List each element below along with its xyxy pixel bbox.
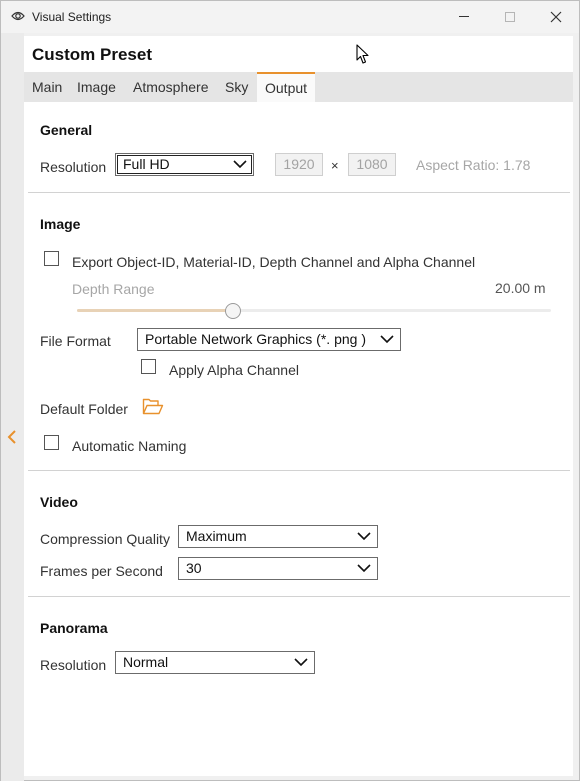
- chevron-left-icon: [7, 430, 16, 444]
- minimize-button[interactable]: [441, 1, 487, 33]
- chevron-down-icon: [357, 532, 371, 541]
- close-button[interactable]: [533, 1, 579, 33]
- automatic-naming-checkbox[interactable]: [44, 435, 59, 450]
- tab-image[interactable]: Image: [69, 72, 124, 102]
- file-format-value: Portable Network Graphics (*. png ): [145, 331, 366, 347]
- compression-quality-label: Compression Quality: [40, 531, 170, 547]
- width-input[interactable]: 1920: [275, 153, 323, 176]
- side-collapse-strip[interactable]: [1, 33, 24, 781]
- chevron-down-icon: [233, 160, 247, 169]
- chevron-down-icon: [357, 564, 371, 573]
- resolution-label: Resolution: [40, 159, 107, 175]
- title-bar: Visual Settings: [1, 1, 579, 33]
- visual-settings-window: Visual Settings Custom Preset Main Image…: [0, 0, 580, 781]
- eye-icon: [11, 11, 25, 21]
- times-sign: ×: [331, 158, 339, 173]
- aspect-ratio-label: Aspect Ratio: 1.78: [416, 157, 531, 173]
- compression-quality-value: Maximum: [186, 528, 247, 544]
- tab-bar: Main Image Atmosphere Sky Output: [24, 72, 573, 102]
- maximize-button[interactable]: [487, 1, 533, 33]
- export-channels-checkbox[interactable]: [44, 251, 59, 266]
- tab-main[interactable]: Main: [24, 72, 70, 102]
- folder-open-icon[interactable]: [142, 398, 164, 416]
- preset-title: Custom Preset: [32, 45, 152, 64]
- section-heading-panorama: Panorama: [40, 620, 108, 636]
- divider-video: [28, 596, 570, 597]
- panorama-resolution-label: Resolution: [40, 657, 107, 673]
- section-heading-video: Video: [40, 494, 78, 510]
- window-title: Visual Settings: [32, 10, 112, 24]
- maximize-icon: [505, 12, 515, 22]
- section-heading-image: Image: [40, 216, 81, 232]
- height-input[interactable]: 1080: [348, 153, 396, 176]
- divider-image: [28, 470, 570, 471]
- apply-alpha-checkbox[interactable]: [141, 359, 156, 374]
- frames-per-second-label: Frames per Second: [40, 563, 163, 579]
- automatic-naming-label: Automatic Naming: [72, 438, 187, 454]
- panorama-resolution-select[interactable]: Normal: [115, 651, 315, 674]
- default-folder-label: Default Folder: [40, 401, 128, 417]
- depth-range-slider-thumb[interactable]: [225, 303, 242, 319]
- divider-general: [28, 192, 570, 193]
- compression-quality-select[interactable]: Maximum: [178, 525, 378, 548]
- mouse-pointer-icon: [356, 44, 369, 64]
- frames-per-second-select[interactable]: 30: [178, 557, 378, 580]
- depth-range-value: 20.00 m: [495, 280, 546, 296]
- resolution-value: Full HD: [123, 156, 170, 172]
- section-heading-general: General: [40, 122, 93, 138]
- chevron-down-icon: [294, 658, 308, 667]
- close-icon: [550, 11, 562, 23]
- settings-panel: Custom Preset Main Image Atmosphere Sky …: [24, 36, 573, 776]
- depth-range-label: Depth Range: [72, 281, 155, 297]
- resolution-select[interactable]: Full HD: [115, 153, 254, 176]
- depth-range-slider-fill: [77, 309, 234, 312]
- chevron-down-icon: [380, 335, 394, 344]
- panorama-resolution-value: Normal: [123, 654, 169, 670]
- tab-output[interactable]: Output: [257, 72, 316, 102]
- frames-per-second-value: 30: [186, 560, 202, 576]
- export-channels-label: Export Object-ID, Material-ID, Depth Cha…: [72, 254, 476, 270]
- tab-sky[interactable]: Sky: [217, 72, 256, 102]
- apply-alpha-label: Apply Alpha Channel: [169, 362, 299, 378]
- file-format-select[interactable]: Portable Network Graphics (*. png ): [137, 328, 401, 351]
- tab-atmosphere[interactable]: Atmosphere: [125, 72, 216, 102]
- minimize-icon: [459, 16, 469, 17]
- file-format-label: File Format: [40, 333, 111, 349]
